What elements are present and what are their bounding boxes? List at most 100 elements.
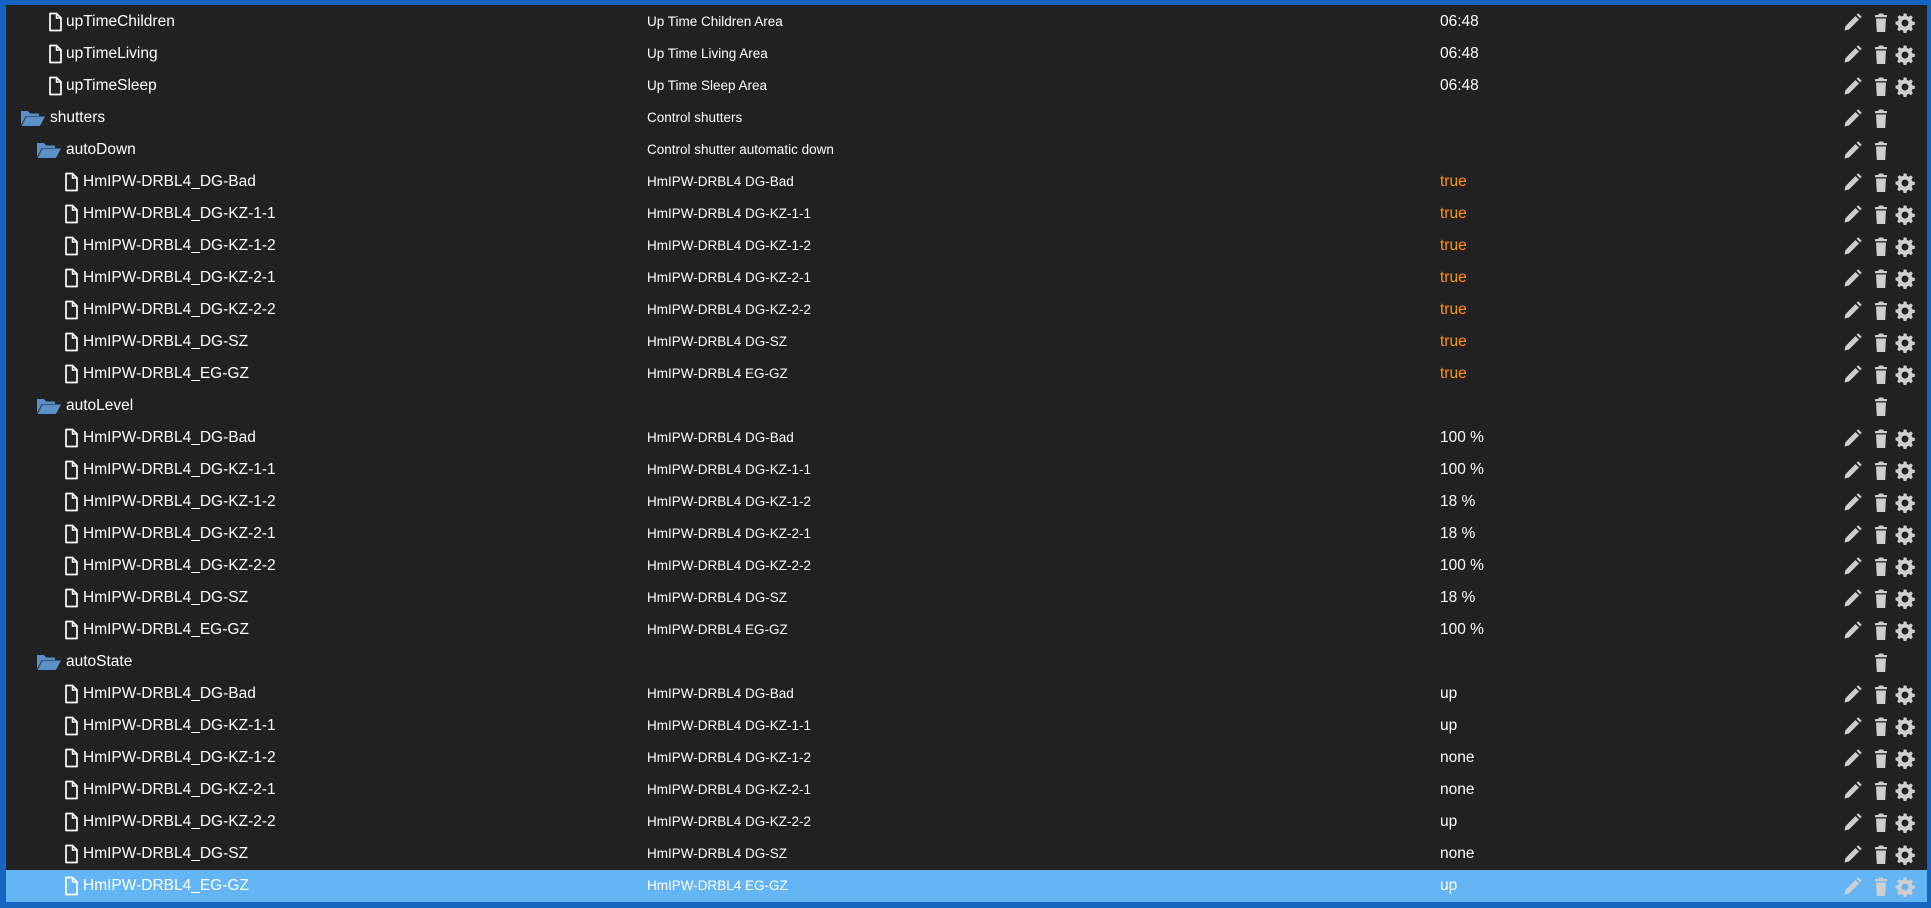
row-value[interactable]: true <box>1440 230 1467 262</box>
row-value[interactable]: 06:48 <box>1440 38 1479 70</box>
gear-icon[interactable] <box>1895 237 1915 257</box>
row-value[interactable]: 06:48 <box>1440 70 1479 102</box>
gear-icon[interactable] <box>1895 621 1915 641</box>
row-value[interactable]: up <box>1440 806 1457 838</box>
trash-icon[interactable] <box>1871 397 1891 417</box>
tree-folder-row[interactable]: autoState <box>6 646 1927 678</box>
trash-icon[interactable] <box>1871 301 1891 321</box>
trash-icon[interactable] <box>1871 141 1891 161</box>
gear-icon[interactable] <box>1895 813 1915 833</box>
row-value[interactable]: none <box>1440 838 1474 870</box>
row-value[interactable]: none <box>1440 742 1474 774</box>
gear-icon[interactable] <box>1895 269 1915 289</box>
gear-icon[interactable] <box>1895 685 1915 705</box>
gear-icon[interactable] <box>1895 77 1915 97</box>
pencil-icon[interactable] <box>1842 621 1862 641</box>
trash-icon[interactable] <box>1871 557 1891 577</box>
row-value[interactable]: none <box>1440 774 1474 806</box>
trash-icon[interactable] <box>1871 621 1891 641</box>
pencil-icon[interactable] <box>1842 13 1862 33</box>
tree-folder-row[interactable]: autoLevel <box>6 390 1927 422</box>
row-value[interactable]: 18 % <box>1440 518 1475 550</box>
gear-icon[interactable] <box>1895 13 1915 33</box>
row-value[interactable]: 06:48 <box>1440 6 1479 38</box>
tree-state-row[interactable]: HmIPW-DRBL4_EG-GZ HmIPW-DRBL4 EG-GZ up <box>6 870 1927 902</box>
tree-state-row[interactable]: HmIPW-DRBL4_DG-KZ-1-1 HmIPW-DRBL4 DG-KZ-1… <box>6 454 1927 486</box>
trash-icon[interactable] <box>1871 237 1891 257</box>
tree-state-row[interactable]: HmIPW-DRBL4_DG-SZ HmIPW-DRBL4 DG-SZ true <box>6 326 1927 358</box>
trash-icon[interactable] <box>1871 269 1891 289</box>
trash-icon[interactable] <box>1871 77 1891 97</box>
tree-state-row[interactable]: HmIPW-DRBL4_DG-KZ-1-2 HmIPW-DRBL4 DG-KZ-1… <box>6 230 1927 262</box>
pencil-icon[interactable] <box>1842 589 1862 609</box>
row-value[interactable]: 18 % <box>1440 486 1475 518</box>
trash-icon[interactable] <box>1871 429 1891 449</box>
gear-icon[interactable] <box>1895 493 1915 513</box>
tree-state-row[interactable]: HmIPW-DRBL4_DG-KZ-2-1 HmIPW-DRBL4 DG-KZ-2… <box>6 518 1927 550</box>
folder-open-icon[interactable] <box>20 108 46 128</box>
tree-state-row[interactable]: HmIPW-DRBL4_DG-KZ-2-2 HmIPW-DRBL4 DG-KZ-2… <box>6 806 1927 838</box>
trash-icon[interactable] <box>1871 685 1891 705</box>
pencil-icon[interactable] <box>1842 717 1862 737</box>
row-value[interactable]: true <box>1440 262 1467 294</box>
gear-icon[interactable] <box>1895 717 1915 737</box>
gear-icon[interactable] <box>1895 877 1915 897</box>
pencil-icon[interactable] <box>1842 205 1862 225</box>
tree-state-row[interactable]: HmIPW-DRBL4_DG-KZ-1-1 HmIPW-DRBL4 DG-KZ-1… <box>6 198 1927 230</box>
row-value[interactable]: true <box>1440 326 1467 358</box>
trash-icon[interactable] <box>1871 45 1891 65</box>
trash-icon[interactable] <box>1871 365 1891 385</box>
trash-icon[interactable] <box>1871 813 1891 833</box>
gear-icon[interactable] <box>1895 173 1915 193</box>
trash-icon[interactable] <box>1871 717 1891 737</box>
tree-state-row[interactable]: HmIPW-DRBL4_EG-GZ HmIPW-DRBL4 EG-GZ true <box>6 358 1927 390</box>
tree-state-row[interactable]: HmIPW-DRBL4_EG-GZ HmIPW-DRBL4 EG-GZ 100 % <box>6 614 1927 646</box>
tree-state-row[interactable]: upTimeChildren Up Time Children Area 06:48 <box>6 6 1927 38</box>
row-value[interactable]: true <box>1440 198 1467 230</box>
trash-icon[interactable] <box>1871 525 1891 545</box>
pencil-icon[interactable] <box>1842 525 1862 545</box>
row-value[interactable]: up <box>1440 678 1457 710</box>
row-value[interactable]: up <box>1440 710 1457 742</box>
gear-icon[interactable] <box>1895 301 1915 321</box>
trash-icon[interactable] <box>1871 845 1891 865</box>
row-value[interactable]: true <box>1440 166 1467 198</box>
pencil-icon[interactable] <box>1842 813 1862 833</box>
pencil-icon[interactable] <box>1842 141 1862 161</box>
trash-icon[interactable] <box>1871 109 1891 129</box>
tree-state-row[interactable]: HmIPW-DRBL4_DG-KZ-2-2 HmIPW-DRBL4 DG-KZ-2… <box>6 550 1927 582</box>
trash-icon[interactable] <box>1871 205 1891 225</box>
folder-open-icon[interactable] <box>36 140 62 160</box>
pencil-icon[interactable] <box>1842 781 1862 801</box>
row-value[interactable]: true <box>1440 358 1467 390</box>
row-value[interactable]: 18 % <box>1440 582 1475 614</box>
tree-state-row[interactable]: HmIPW-DRBL4_DG-KZ-2-1 HmIPW-DRBL4 DG-KZ-2… <box>6 262 1927 294</box>
pencil-icon[interactable] <box>1842 173 1862 193</box>
gear-icon[interactable] <box>1895 461 1915 481</box>
row-value[interactable]: 100 % <box>1440 614 1484 646</box>
trash-icon[interactable] <box>1871 589 1891 609</box>
trash-icon[interactable] <box>1871 877 1891 897</box>
tree-state-row[interactable]: HmIPW-DRBL4_DG-SZ HmIPW-DRBL4 DG-SZ 18 % <box>6 582 1927 614</box>
pencil-icon[interactable] <box>1842 269 1862 289</box>
tree-state-row[interactable]: upTimeSleep Up Time Sleep Area 06:48 <box>6 70 1927 102</box>
row-value[interactable]: 100 % <box>1440 422 1484 454</box>
row-value[interactable]: 100 % <box>1440 454 1484 486</box>
tree-state-row[interactable]: HmIPW-DRBL4_DG-KZ-2-2 HmIPW-DRBL4 DG-KZ-2… <box>6 294 1927 326</box>
pencil-icon[interactable] <box>1842 237 1862 257</box>
gear-icon[interactable] <box>1895 557 1915 577</box>
trash-icon[interactable] <box>1871 173 1891 193</box>
pencil-icon[interactable] <box>1842 461 1862 481</box>
trash-icon[interactable] <box>1871 493 1891 513</box>
tree-folder-row[interactable]: autoDown Control shutter automatic down <box>6 134 1927 166</box>
tree-state-row[interactable]: HmIPW-DRBL4_DG-Bad HmIPW-DRBL4 DG-Bad up <box>6 678 1927 710</box>
gear-icon[interactable] <box>1895 749 1915 769</box>
tree-state-row[interactable]: upTimeLiving Up Time Living Area 06:48 <box>6 38 1927 70</box>
gear-icon[interactable] <box>1895 845 1915 865</box>
gear-icon[interactable] <box>1895 781 1915 801</box>
folder-open-icon[interactable] <box>36 396 62 416</box>
trash-icon[interactable] <box>1871 653 1891 673</box>
trash-icon[interactable] <box>1871 333 1891 353</box>
tree-state-row[interactable]: HmIPW-DRBL4_DG-Bad HmIPW-DRBL4 DG-Bad 100 … <box>6 422 1927 454</box>
pencil-icon[interactable] <box>1842 877 1862 897</box>
